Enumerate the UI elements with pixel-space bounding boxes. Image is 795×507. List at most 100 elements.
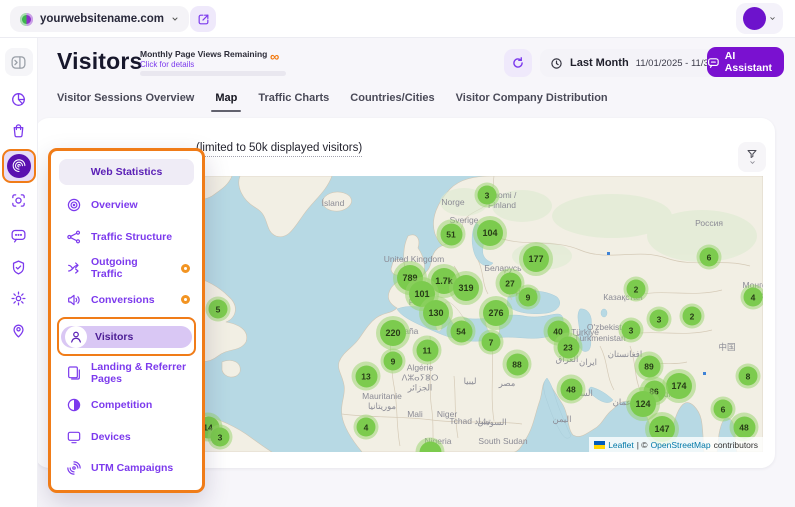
cluster-marker[interactable]: 2: [680, 304, 705, 329]
cluster-count: 124: [630, 391, 656, 417]
cluster-count: 3: [622, 321, 641, 340]
menu-item-devices[interactable]: Devices: [57, 421, 196, 453]
settings-badge-icon[interactable]: [181, 264, 190, 273]
cluster-marker[interactable]: 5: [206, 297, 231, 322]
quota-title: Monthly Page Views Remaining: [140, 49, 267, 59]
cluster-marker[interactable]: 9: [516, 285, 541, 310]
avatar: [743, 7, 766, 30]
date-preset-label: Last Month: [570, 57, 629, 69]
cluster-marker[interactable]: 4: [741, 285, 764, 310]
tab-visitor-sessions-overview[interactable]: Visitor Sessions Overview: [57, 92, 194, 112]
world-map-tiles: [192, 176, 763, 452]
web-statistics-icon: [7, 154, 31, 178]
shield-check-icon: [10, 259, 27, 276]
cluster-marker[interactable]: 6: [697, 245, 722, 270]
tab-countries-cities[interactable]: Countries/Cities: [350, 92, 434, 112]
cluster-marker[interactable]: 51: [437, 220, 466, 249]
site-logo-icon: [20, 13, 33, 26]
conversions-icon: [66, 292, 82, 308]
cluster-count: 319: [453, 275, 479, 301]
sidebar-settings-gear-icon[interactable]: [5, 284, 33, 312]
cluster-count: 89: [638, 355, 660, 377]
sidebar-web-statistics-icon[interactable]: [2, 149, 36, 183]
osm-link[interactable]: OpenStreetMap: [651, 440, 711, 450]
cluster-marker[interactable]: 104: [473, 216, 507, 250]
clock-icon: [550, 57, 563, 70]
sidebar-shop-bag-icon[interactable]: [5, 116, 33, 144]
menu-item-traffic-structure[interactable]: Traffic Structure: [57, 221, 196, 253]
cluster-marker[interactable]: 2: [624, 277, 649, 302]
sidebar-target-scan-icon[interactable]: [5, 186, 33, 214]
cluster-marker[interactable]: 54: [447, 317, 476, 346]
menu-item-label: UTM Campaigns: [91, 462, 173, 474]
cluster-count: 13: [355, 365, 377, 387]
cluster-count: 88: [506, 353, 528, 375]
menu-item-overview[interactable]: Overview: [57, 189, 196, 221]
attribution-separator: | ©: [637, 440, 648, 450]
cluster-marker[interactable]: 177: [519, 242, 553, 276]
cluster-marker[interactable]: 220: [376, 316, 410, 350]
page-title: Visitors: [57, 48, 143, 75]
menu-item-landing-referrer-pages[interactable]: Landing & Referrer Pages: [57, 357, 196, 389]
cluster-marker[interactable]: 3: [619, 318, 644, 343]
landing-pages-icon: [66, 365, 82, 381]
cluster-marker[interactable]: 276: [479, 296, 513, 330]
menu-item-outgoing-traffic[interactable]: Outgoing Traffic: [57, 252, 196, 284]
menu-item-label: Visitors: [95, 331, 133, 343]
tab-visitor-company-distribution[interactable]: Visitor Company Distribution: [456, 92, 608, 112]
visitors-map[interactable]: Leaflet | © OpenStreetMap contributors 3…: [192, 176, 763, 452]
menu-item-competition[interactable]: Competition: [57, 389, 196, 421]
cluster-marker[interactable]: 319: [449, 271, 483, 305]
menu-item-utm-campaigns[interactable]: UTM Campaigns: [57, 452, 196, 484]
quota-details-link[interactable]: Click for details: [140, 60, 194, 69]
menu-item-label: Overview: [91, 199, 138, 211]
cluster-marker[interactable]: 11: [413, 336, 442, 365]
leaflet-link[interactable]: Leaflet: [608, 440, 634, 450]
cluster-count: 11: [416, 339, 438, 361]
cluster-marker[interactable]: 4: [354, 415, 379, 440]
menu-item-label: Outgoing Traffic: [91, 256, 163, 280]
cluster-marker[interactable]: 23: [554, 333, 583, 362]
sidebar-shield-check-icon[interactable]: [5, 253, 33, 281]
cluster-marker[interactable]: 48: [557, 375, 586, 404]
cluster-marker[interactable]: 13: [352, 362, 381, 391]
refresh-button[interactable]: [504, 49, 532, 77]
settings-badge-icon[interactable]: [181, 295, 190, 304]
tab-map[interactable]: Map: [215, 92, 237, 112]
cluster-marker[interactable]: 9: [381, 349, 406, 374]
menu-item-visitors[interactable]: Visitors: [57, 317, 196, 357]
cluster-marker[interactable]: 3: [647, 307, 672, 332]
menu-item-label: Traffic Structure: [91, 231, 172, 243]
cluster-marker[interactable]: 3: [475, 183, 500, 208]
cluster-count: 3: [650, 310, 669, 329]
ai-assistant-label: AI Assistant: [725, 50, 784, 74]
menu-item-conversions[interactable]: Conversions: [57, 284, 196, 316]
sidebar-collapse-panel-icon[interactable]: [5, 48, 33, 76]
cluster-marker[interactable]: 3: [208, 425, 233, 450]
cluster-marker[interactable]: 8: [736, 364, 761, 389]
map-poi-dot: [607, 252, 610, 255]
cluster-count: 3: [211, 428, 230, 447]
cluster-marker[interactable]: 7: [479, 330, 504, 355]
site-selector[interactable]: yourwebsitename.com: [10, 6, 189, 32]
tab-traffic-charts[interactable]: Traffic Charts: [258, 92, 329, 112]
cluster-count: 8: [739, 367, 758, 386]
cluster-count: 4: [744, 288, 763, 307]
sidebar-location-person-icon[interactable]: [5, 316, 33, 344]
cluster-count: [419, 441, 441, 452]
cluster-count: 177: [523, 246, 549, 272]
cluster-count: 174: [666, 373, 692, 399]
settings-gear-icon: [10, 290, 27, 307]
ai-assistant-button[interactable]: AI Assistant: [707, 47, 784, 77]
sidebar-chat-feedback-icon[interactable]: [5, 221, 33, 249]
map-filter-button[interactable]: [738, 142, 766, 172]
map-poi-dot: [703, 372, 706, 375]
cluster-count: 54: [450, 320, 472, 342]
open-external-button[interactable]: [190, 6, 216, 32]
cluster-count: 48: [560, 378, 582, 400]
analytics-pie-icon: [10, 91, 27, 108]
cluster-marker[interactable]: 88: [503, 350, 532, 379]
sidebar-analytics-pie-icon[interactable]: [5, 85, 33, 113]
chat-bubble-icon: [707, 56, 720, 69]
user-menu[interactable]: [736, 3, 783, 34]
